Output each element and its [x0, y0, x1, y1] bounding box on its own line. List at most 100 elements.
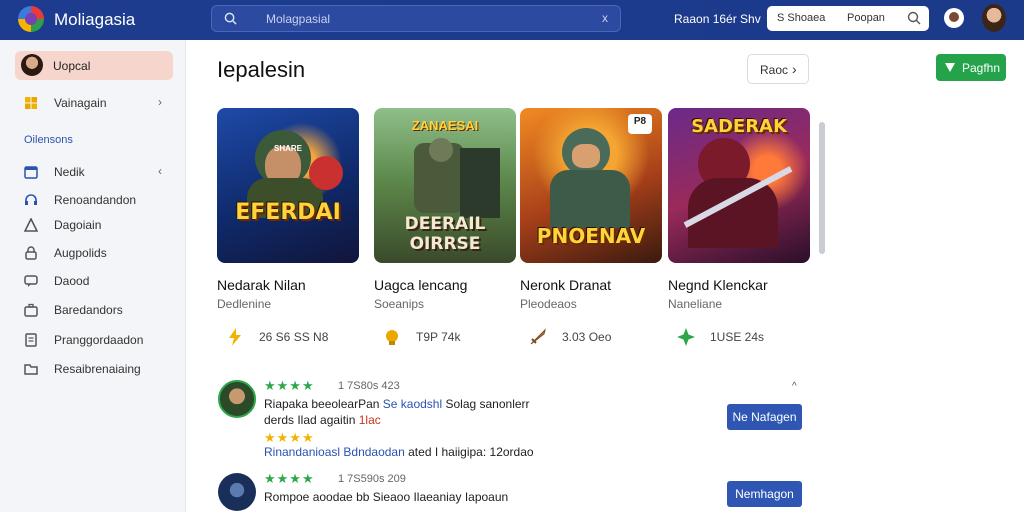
review-action-label: Ne Nafagen — [732, 410, 797, 424]
game-stat: T9P 74k — [416, 330, 461, 344]
game-art-title: EFERDAI — [235, 200, 341, 225]
review-text: ated I haiigipa: 12ordao — [404, 445, 534, 459]
chat-icon — [24, 275, 38, 287]
sidebar: Uopcal Vainagain › Oilensons Nedik ‹ Ren… — [0, 40, 186, 512]
puzzle-icon — [25, 97, 37, 109]
next-button-label: Raoc — [760, 63, 789, 77]
sidebar-item-0[interactable]: Nedik ‹ — [0, 162, 186, 182]
chevron-left-icon: ‹ — [158, 164, 162, 178]
rating-stars: ★★★★ — [264, 378, 315, 393]
review-action-button[interactable]: Nemhagon — [727, 481, 802, 507]
user-avatar[interactable] — [982, 4, 1006, 32]
reviewer-avatar[interactable] — [218, 473, 256, 511]
review-text-line: derds Ilad agaitin 1lac — [264, 413, 381, 427]
review-action-button[interactable]: Ne Nafagen — [727, 404, 802, 430]
sidebar-item-label: Baredandors — [54, 303, 123, 317]
rating-stars: ★★★★ — [264, 430, 315, 445]
review-text: Riapaka beeolearPan — [264, 397, 383, 411]
triangle-icon — [24, 218, 38, 232]
sidebar-item-label: Nedik — [54, 165, 85, 179]
secondary-search-input[interactable]: S Shoaea Poopan — [767, 6, 929, 31]
review-text: Solag sanonlerr — [442, 397, 530, 411]
top-links[interactable]: Raaon 16ér Shv — [674, 12, 761, 26]
review-highlight: 1lac — [358, 413, 381, 427]
game-subtitle: Dedlenine — [217, 297, 272, 311]
reviewer-avatar[interactable] — [218, 380, 256, 418]
game-art-title: DEERAIL OIRRSE — [404, 214, 486, 254]
top-bar: Moliagasia Molagpasial x Raaon 16ér Shv … — [0, 0, 1024, 40]
game-subtitle: Soeanips — [374, 297, 425, 311]
sidebar-item-2[interactable]: Dagoiain — [0, 215, 186, 235]
game-subtitle: Pleodeaos — [520, 297, 577, 311]
sidebar-item-label: Pranggordaadon — [54, 333, 144, 347]
collapse-caret-icon[interactable]: ^ — [792, 381, 797, 392]
brand-name: Moliagasia — [54, 10, 136, 29]
document-icon — [25, 333, 37, 347]
folder-icon — [24, 364, 38, 375]
sidebar-item-6[interactable]: Pranggordaadon — [0, 330, 186, 350]
game-name: Neronk Dranat — [520, 277, 612, 293]
review-meta: 1 7S80s 423 — [338, 380, 400, 392]
sidebar-item-main[interactable]: Vainagain › — [0, 93, 186, 113]
headset-icon — [25, 194, 37, 205]
lock-icon — [25, 246, 37, 260]
game-name: Negnd Klenckar — [668, 277, 768, 293]
game-stat: 26 S6 SS N8 — [259, 330, 329, 344]
scrollbar[interactable] — [819, 122, 825, 254]
page-title: Iepalesin — [217, 57, 306, 82]
sidebar-profile[interactable]: Uopcal — [15, 51, 173, 80]
rating-stars: ★★★★ — [264, 471, 315, 486]
sidebar-item-label: Resaibrenaiaing — [54, 362, 141, 376]
game-art: SADERAK — [668, 108, 810, 263]
sidebar-item-7[interactable]: Resaibrenaiaing — [0, 359, 186, 379]
lightning-icon — [229, 328, 241, 346]
review-text: derds Ilad agaitin — [264, 413, 359, 427]
shield-icon — [945, 63, 955, 72]
game-art-title: SADERAK — [691, 116, 787, 137]
game-stat: 1USE 24s — [710, 330, 765, 344]
sword-icon — [530, 328, 546, 345]
profile-label: Uopcal — [53, 59, 91, 73]
sidebar-item-label: Daood — [54, 274, 90, 288]
secondary-search-placeholder: Poopan — [847, 12, 885, 24]
sidebar-item-label: Renoandandon — [54, 193, 137, 207]
game-name: Uagca lencang — [374, 277, 468, 293]
review-action-label: Nemhagon — [735, 487, 794, 501]
secondary-search-scope: S Shoaea — [777, 12, 826, 24]
review-text-line: Rompoe aoodae bb Sieaoo Ilaeaniay Iapoau… — [264, 490, 509, 504]
review-meta: 1 7S590s 209 — [338, 473, 406, 485]
game-art: EFERDAI SHARE — [217, 108, 359, 263]
search-icon — [224, 12, 237, 25]
chevron-right-icon: › — [158, 95, 162, 109]
game-name: Nedarak Nilan — [217, 277, 306, 293]
game-art: P8 PNOENAV — [520, 108, 662, 263]
profile-avatar — [21, 54, 43, 76]
game-art-title: PNOENAV — [536, 224, 646, 248]
review-highlight-link[interactable]: Se kaodshl — [383, 397, 442, 411]
review-highlight-link[interactable]: Rinandanioasl Bdndaodan — [264, 445, 405, 459]
main-search-input[interactable]: Molagpasial x — [211, 5, 621, 32]
game-art-subtitle: SHARE — [273, 144, 302, 153]
game-stat: 3.03 Oeo — [562, 330, 612, 344]
account-avatar[interactable] — [944, 8, 964, 28]
app-logo-icon[interactable] — [18, 6, 44, 32]
chevron-right-icon: › — [792, 61, 797, 77]
review-text-line: Riapaka beeolearPan Se kaodshl Solag san… — [264, 397, 530, 411]
sidebar-item-label: Augpolids — [54, 246, 107, 260]
sidebar-section-title: Oilensons — [24, 134, 73, 146]
game-art: ZANAESAI DEERAIL OIRRSE — [374, 108, 516, 263]
sidebar-item-4[interactable]: Daood — [0, 271, 186, 291]
primary-action-button[interactable]: Pagfhn — [936, 54, 1006, 81]
search-input-value: Molagpasial — [266, 12, 331, 26]
sidebar-item-3[interactable]: Augpolids — [0, 243, 186, 263]
clear-search-icon[interactable]: x — [602, 11, 608, 25]
trophy-icon — [386, 330, 398, 345]
sidebar-item-1[interactable]: Renoandandon — [0, 190, 186, 210]
next-button[interactable]: Raoc › — [747, 54, 809, 84]
search-icon[interactable] — [907, 11, 921, 25]
sidebar-item-label: Dagoiain — [54, 218, 102, 232]
primary-action-label: Pagfhn — [962, 61, 1001, 75]
sidebar-item-5[interactable]: Baredandors — [0, 300, 186, 320]
sidebar-item-label: Vainagain — [54, 96, 107, 110]
briefcase-icon — [24, 303, 38, 317]
